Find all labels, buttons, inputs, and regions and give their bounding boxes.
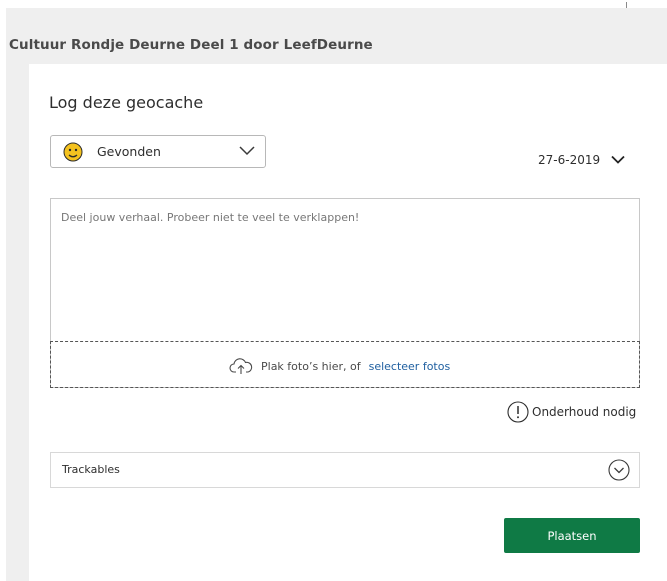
log-story-textarea[interactable]: Deel jouw verhaal. Probeer niet te veel …: [50, 198, 640, 388]
log-type-label: Gevonden: [97, 144, 161, 159]
smiley-face-icon: [63, 142, 83, 162]
submit-button[interactable]: Plaatsen: [504, 518, 640, 553]
log-date-text: 27-6-2019: [538, 153, 601, 167]
cache-title: Cultuur Rondje Deurne Deel 1 door LeefDe…: [9, 37, 373, 53]
chevron-down-icon: [239, 146, 255, 156]
chevron-down-circle-icon[interactable]: [608, 459, 630, 481]
page-container: Cultuur Rondje Deurne Deel 1 door LeefDe…: [6, 8, 667, 581]
select-photos-link[interactable]: selecteer fotos: [369, 360, 451, 373]
trackables-section[interactable]: Trackables: [50, 452, 640, 488]
story-placeholder: Deel jouw verhaal. Probeer niet te veel …: [61, 211, 360, 224]
log-title: Log deze geocache: [49, 93, 204, 112]
maintenance-label: Onderhoud nodig: [532, 405, 637, 419]
log-type-select[interactable]: Gevonden: [50, 135, 266, 168]
photo-drop-line: Plak foto’s hier, of selecteer fotos: [229, 357, 450, 375]
trackables-label: Trackables: [62, 463, 120, 476]
photo-drop-text: Plak foto’s hier, of: [261, 359, 361, 373]
alert-icon: [507, 401, 529, 423]
chevron-down-icon: [611, 155, 625, 164]
cloud-upload-icon: [229, 358, 253, 374]
log-form-card: Log deze geocache Gevonden 27-6-2019 Dee…: [29, 64, 667, 581]
photo-dropzone[interactable]: Plak foto’s hier, of selecteer fotos: [50, 341, 640, 388]
maintenance-toggle[interactable]: Onderhoud nodig: [507, 401, 636, 423]
